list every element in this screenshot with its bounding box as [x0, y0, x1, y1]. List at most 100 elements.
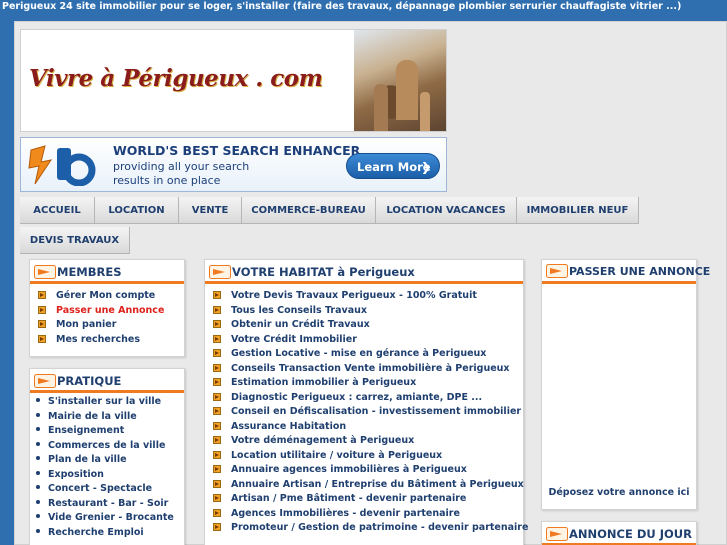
- nav-commerce-bureau[interactable]: COMMERCE-BUREAU: [242, 197, 376, 224]
- arrow-bullet-icon: [38, 291, 46, 299]
- habitat-item[interactable]: Artisan / Pme Bâtiment - devenir partena…: [213, 492, 523, 507]
- bullet-icon: [36, 398, 40, 402]
- pratique-item[interactable]: Concert - Spectacle: [32, 482, 184, 497]
- habitat-item[interactable]: Location utilitaire / voiture à Perigueu…: [213, 449, 523, 464]
- arrow-bullet-icon: [213, 407, 221, 415]
- banner-title: WORLD'S BEST SEARCH ENHANCER: [113, 143, 361, 158]
- bullet-icon: [36, 412, 40, 417]
- annonce-footer-link[interactable]: Déposez votre annonce ici: [542, 487, 696, 498]
- learn-more-button[interactable]: Learn More ❯: [346, 153, 440, 179]
- habitat-item[interactable]: Gestion Locative - mise en gérance à Per…: [213, 347, 523, 362]
- arrow-bullet-icon: [213, 392, 221, 401]
- habitat-item[interactable]: Agences Immobilières - devenir partenair…: [213, 507, 523, 522]
- banner-line-2: results in one place: [113, 174, 221, 187]
- habitat-item-label: Conseil en Défiscalisation - investissem…: [231, 406, 522, 417]
- arrow-bullet-icon: [213, 508, 221, 517]
- site-header[interactable]: Vivre à Périgueux . com: [20, 29, 447, 132]
- arrow-bullet-icon: [213, 320, 221, 328]
- habitat-item[interactable]: Votre Devis Travaux Perigueux - 100% Gra…: [213, 289, 523, 304]
- annonce-header: PASSER UNE ANNONCE: [542, 260, 710, 284]
- arrow-bullet-icon: [213, 363, 221, 372]
- bullet-icon: [36, 427, 40, 431]
- habitat-item[interactable]: Votre Crédit Immobilier: [213, 333, 523, 348]
- membres-item-recherches[interactable]: Mes recherches: [38, 333, 184, 348]
- habitat-item[interactable]: Assurance Habitation: [213, 420, 523, 435]
- bullet-icon: [36, 485, 40, 489]
- habitat-item[interactable]: Annuaire Artisan / Entreprise du Bâtimen…: [213, 478, 524, 493]
- habitat-item[interactable]: Promoteur / Gestion de patrimoine - deve…: [213, 521, 528, 536]
- nav-location-vacances[interactable]: LOCATION VACANCES: [376, 197, 517, 224]
- arrow-bullet-icon: [213, 450, 221, 459]
- habitat-item[interactable]: Diagnostic Perigueux : carrez, amiante, …: [213, 391, 523, 406]
- nav-immobilier-neuf[interactable]: IMMOBILIER NEUF: [517, 197, 639, 224]
- header-photo: [354, 30, 446, 131]
- habitat-item-label: Conseils Transaction Vente immobilière à…: [231, 362, 510, 374]
- arrow-bullet-icon: [213, 436, 221, 444]
- arrow-bullet-icon: [213, 523, 221, 531]
- membres-item-label: Passer une Annonce: [56, 304, 165, 316]
- pratique-header: PRATIQUE: [30, 369, 184, 393]
- membres-item-label: Mon panier: [56, 319, 117, 330]
- pratique-item-label: Vide Grenier - Brocante: [48, 512, 174, 523]
- bullet-icon: [36, 514, 40, 518]
- membres-item-label: Gérer Mon compte: [56, 290, 156, 301]
- pratique-item-label: Recherche Emploi: [48, 526, 144, 538]
- habitat-title: VOTRE HABITAT à Perigueux: [232, 265, 415, 279]
- membres-item-annonce[interactable]: Passer une Annonce: [38, 304, 184, 319]
- pratique-item-label: S'installer sur la ville: [48, 396, 162, 407]
- nav-vente[interactable]: VENTE: [179, 197, 242, 224]
- pratique-item[interactable]: Recherche Emploi: [32, 526, 184, 541]
- habitat-item-label: Obtenir un Crédit Travaux: [231, 319, 370, 330]
- habitat-item-label: Location utilitaire / voiture à Perigueu…: [231, 449, 443, 461]
- habitat-item-label: Votre Devis Travaux Perigueux - 100% Gra…: [231, 290, 477, 301]
- pratique-item[interactable]: Restaurant - Bar - Soir: [32, 497, 184, 512]
- habitat-item-label: Promoteur / Gestion de patrimoine - deve…: [231, 522, 529, 533]
- section-badge-icon: [34, 373, 56, 388]
- pratique-item[interactable]: Vide Grenier - Brocante: [32, 511, 184, 526]
- bullet-icon: [36, 470, 40, 475]
- habitat-item[interactable]: Votre déménagement à Perigueux: [213, 434, 523, 449]
- site-logo[interactable]: Vivre à Périgueux . com: [29, 65, 323, 92]
- arrow-bullet-icon: [38, 305, 46, 314]
- membres-title: MEMBRES: [57, 265, 122, 279]
- habitat-item[interactable]: Obtenir un Crédit Travaux: [213, 318, 523, 333]
- annonce-jour-header: ANNONCE DU JOUR: [542, 522, 696, 545]
- pratique-item[interactable]: Enseignement: [32, 424, 184, 439]
- arrow-bullet-icon: [213, 378, 221, 386]
- annonce-box[interactable]: PASSER UNE ANNONCE Déposez votre annonce…: [541, 259, 710, 510]
- habitat-item[interactable]: Annuaire agences immobilières à Perigueu…: [213, 463, 523, 478]
- membres-box: MEMBRES Gérer Mon compte Passer une Anno…: [29, 259, 185, 357]
- pratique-item[interactable]: Plan de la ville: [32, 453, 184, 468]
- annonce-jour-box: ANNONCE DU JOUR: [541, 521, 697, 545]
- pratique-item-label: Exposition: [48, 468, 104, 480]
- bullet-icon: [36, 528, 40, 533]
- habitat-item[interactable]: Conseils Transaction Vente immobilière à…: [213, 362, 523, 377]
- pratique-item[interactable]: Exposition: [32, 468, 184, 483]
- pratique-item[interactable]: Mairie de la ville: [32, 410, 184, 425]
- annonce-title: PASSER UNE ANNONCE: [569, 265, 711, 278]
- pratique-item-label: Mairie de la ville: [48, 410, 137, 422]
- arrow-bullet-icon: [213, 479, 221, 488]
- habitat-item[interactable]: Estimation immobilier à Perigueux: [213, 376, 523, 391]
- membres-item-panier[interactable]: Mon panier: [38, 318, 184, 333]
- pratique-item[interactable]: S'installer sur la ville: [32, 395, 184, 410]
- arrow-bullet-icon: [213, 349, 221, 357]
- nav-location[interactable]: LOCATION: [95, 197, 179, 224]
- bullet-icon: [36, 456, 40, 460]
- habitat-item-label: Agences Immobilières - devenir partenair…: [231, 507, 460, 519]
- nav-devis-travaux[interactable]: DEVIS TRAVAUX: [20, 227, 130, 254]
- membres-item-compte[interactable]: Gérer Mon compte: [38, 289, 184, 304]
- tower-illustration: [396, 60, 418, 120]
- ad-banner[interactable]: WORLD'S BEST SEARCH ENHANCER providing a…: [20, 137, 447, 192]
- membres-item-label: Mes recherches: [56, 333, 141, 345]
- section-badge-icon: [34, 264, 56, 279]
- habitat-item-label: Votre déménagement à Perigueux: [231, 435, 415, 446]
- nav-accueil[interactable]: ACCUEIL: [20, 197, 95, 224]
- arrow-bullet-icon: [213, 465, 221, 473]
- pratique-list: S'installer sur la ville Mairie de la vi…: [30, 393, 184, 540]
- pratique-box: PRATIQUE S'installer sur la ville Mairie…: [29, 368, 185, 545]
- habitat-item[interactable]: Tous les Conseils Travaux: [213, 304, 523, 319]
- pratique-item[interactable]: Commerces de la ville: [32, 439, 184, 454]
- habitat-item-label: Estimation immobilier à Perigueux: [231, 377, 417, 388]
- habitat-item[interactable]: Conseil en Défiscalisation - investissem…: [213, 405, 523, 420]
